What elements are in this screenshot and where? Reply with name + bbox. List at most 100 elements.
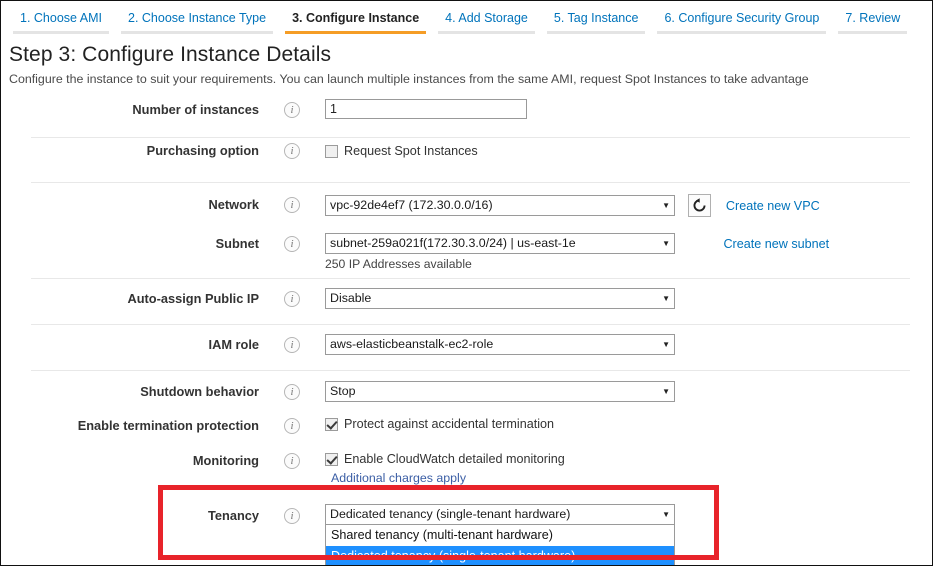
tenancy-select[interactable]: Dedicated tenancy (single-tenant hardwar… [325,504,675,525]
info-cell: i [259,332,325,353]
tab-underline [546,31,646,34]
tab-configure-security-group[interactable]: 6. Configure Security Group [651,5,832,34]
label-monitoring: Monitoring [192,453,259,468]
label-network: Network [208,197,260,212]
tab-add-storage[interactable]: 4. Add Storage [432,5,541,34]
label-termination-protection: Enable termination protection [77,418,259,433]
tenancy-select-value: Dedicated tenancy (single-tenant hardwar… [330,507,571,521]
tab-underline [657,31,827,34]
label-purchasing-option: Purchasing option [146,143,259,158]
tab-label: 5. Tag Instance [553,11,639,25]
page-title: Step 3: Configure Instance Details [9,43,332,66]
request-spot-instances-label: Request Spot Instances [344,144,478,158]
tab-configure-instance[interactable]: 3. Configure Instance [279,5,432,34]
chevron-down-icon: ▼ [662,239,670,248]
label-number-of-instances: Number of instances [132,102,259,117]
row-number-of-instances: Number of instances i [1,97,932,137]
info-cell: i [259,448,325,469]
info-icon[interactable]: i [284,453,300,469]
info-icon[interactable]: i [284,197,300,213]
network-select[interactable]: vpc-92de4ef7 (172.30.0.0/16) ▼ [325,195,675,216]
field-subnet: subnet-259a021f(172.30.3.0/24) | us-east… [325,231,932,271]
row-tenancy: Tenancy i Dedicated tenancy (single-tena… [1,485,932,565]
field-number-of-instances [325,97,932,119]
label-subnet: Subnet [215,236,259,251]
field-purchasing-option: Request Spot Instances [325,138,932,158]
field-monitoring: Enable CloudWatch detailed monitoring [325,448,932,466]
info-icon[interactable]: i [284,418,300,434]
chevron-down-icon: ▼ [662,294,670,303]
info-icon[interactable]: i [284,508,300,524]
shutdown-behavior-value: Stop [330,384,356,398]
info-cell: i [259,138,325,159]
info-cell: i [259,379,325,400]
termination-protection-label: Protect against accidental termination [344,417,555,431]
tab-label: 4. Add Storage [445,11,528,25]
info-cell: i [259,192,325,213]
page-description: Configure the instance to suit your requ… [9,72,809,86]
field-termination-protection: Protect against accidental termination [325,413,932,431]
tab-label: 2. Choose Instance Type [128,11,267,25]
tenancy-option-shared[interactable]: Shared tenancy (multi-tenant hardware) [325,525,675,546]
iam-role-value: aws-elasticbeanstalk-ec2-role [330,337,494,351]
row-purchasing-option: Purchasing option i Request Spot Instanc… [1,138,932,182]
auto-assign-public-ip-value: Disable [330,291,372,305]
shutdown-behavior-select[interactable]: Stop ▼ [325,381,675,402]
subnet-select-value: subnet-259a021f(172.30.3.0/24) | us-east… [330,236,576,250]
tab-tag-instance[interactable]: 5. Tag Instance [541,5,652,34]
auto-assign-public-ip-select[interactable]: Disable ▼ [325,288,675,309]
tab-choose-ami[interactable]: 1. Choose AMI [7,5,115,34]
info-icon[interactable]: i [284,236,300,252]
wizard-tab-bar: 1. Choose AMI 2. Choose Instance Type 3.… [1,1,932,34]
info-icon[interactable]: i [284,384,300,400]
row-shutdown-behavior: Shutdown behavior i Stop ▼ [1,371,932,409]
info-icon[interactable]: i [284,143,300,159]
instance-details-form: Number of instances i Purchasing option … [1,97,932,478]
info-cell: i [259,97,325,118]
info-icon[interactable]: i [284,102,300,118]
row-monitoring: Monitoring i Enable CloudWatch detailed … [1,444,932,478]
monitoring-checkbox[interactable] [325,452,338,466]
tab-underline [121,31,274,34]
info-cell: i [259,231,325,252]
tenancy-section: Tenancy i Dedicated tenancy (single-tena… [1,485,932,565]
tenancy-dropdown[interactable]: Dedicated tenancy (single-tenant hardwar… [325,504,675,565]
field-tenancy: Dedicated tenancy (single-tenant hardwar… [325,502,932,565]
tab-underline [838,31,908,34]
subnet-select[interactable]: subnet-259a021f(172.30.3.0/24) | us-east… [325,233,675,254]
tenancy-option-dedicated[interactable]: Dedicated tenancy (single-tenant hardwar… [325,546,675,565]
tab-label: 7. Review [845,11,901,25]
tab-choose-instance-type[interactable]: 2. Choose Instance Type [115,5,279,34]
request-spot-instances-checkbox[interactable] [325,144,338,158]
chevron-down-icon: ▼ [662,510,670,519]
tab-label: 3. Configure Instance [292,11,420,25]
info-icon[interactable]: i [284,291,300,307]
iam-role-select[interactable]: aws-elasticbeanstalk-ec2-role ▼ [325,334,675,355]
tab-label: 1. Choose AMI [20,11,102,25]
tab-underline [438,31,535,34]
label-auto-assign-public-ip: Auto-assign Public IP [127,291,259,306]
info-cell: i [259,502,325,524]
tab-underline [13,31,109,34]
row-subnet: Subnet i subnet-259a021f(172.30.3.0/24) … [1,226,932,278]
additional-charges-link[interactable]: Additional charges apply [331,471,466,485]
tab-underline-active [285,31,427,34]
chevron-down-icon: ▼ [662,340,670,349]
chevron-down-icon: ▼ [662,201,670,210]
subnet-ip-hint: 250 IP Addresses available [325,257,472,271]
termination-protection-checkbox[interactable] [325,417,338,431]
tab-review[interactable]: 7. Review [832,5,913,34]
create-new-vpc-link[interactable]: Create new VPC [726,199,820,213]
number-of-instances-input[interactable] [325,99,527,119]
network-select-value: vpc-92de4ef7 (172.30.0.0/16) [330,198,493,212]
label-iam-role: IAM role [208,337,259,352]
field-network: vpc-92de4ef7 (172.30.0.0/16) ▼ Create ne… [325,192,932,217]
refresh-network-button[interactable] [688,194,712,217]
label-shutdown-behavior: Shutdown behavior [140,384,259,399]
create-new-subnet-link[interactable]: Create new subnet [723,237,829,251]
field-shutdown-behavior: Stop ▼ [325,379,932,402]
info-icon[interactable]: i [284,337,300,353]
chevron-down-icon: ▼ [662,387,670,396]
info-cell: i [259,413,325,434]
row-network: Network i vpc-92de4ef7 (172.30.0.0/16) ▼… [1,183,932,226]
